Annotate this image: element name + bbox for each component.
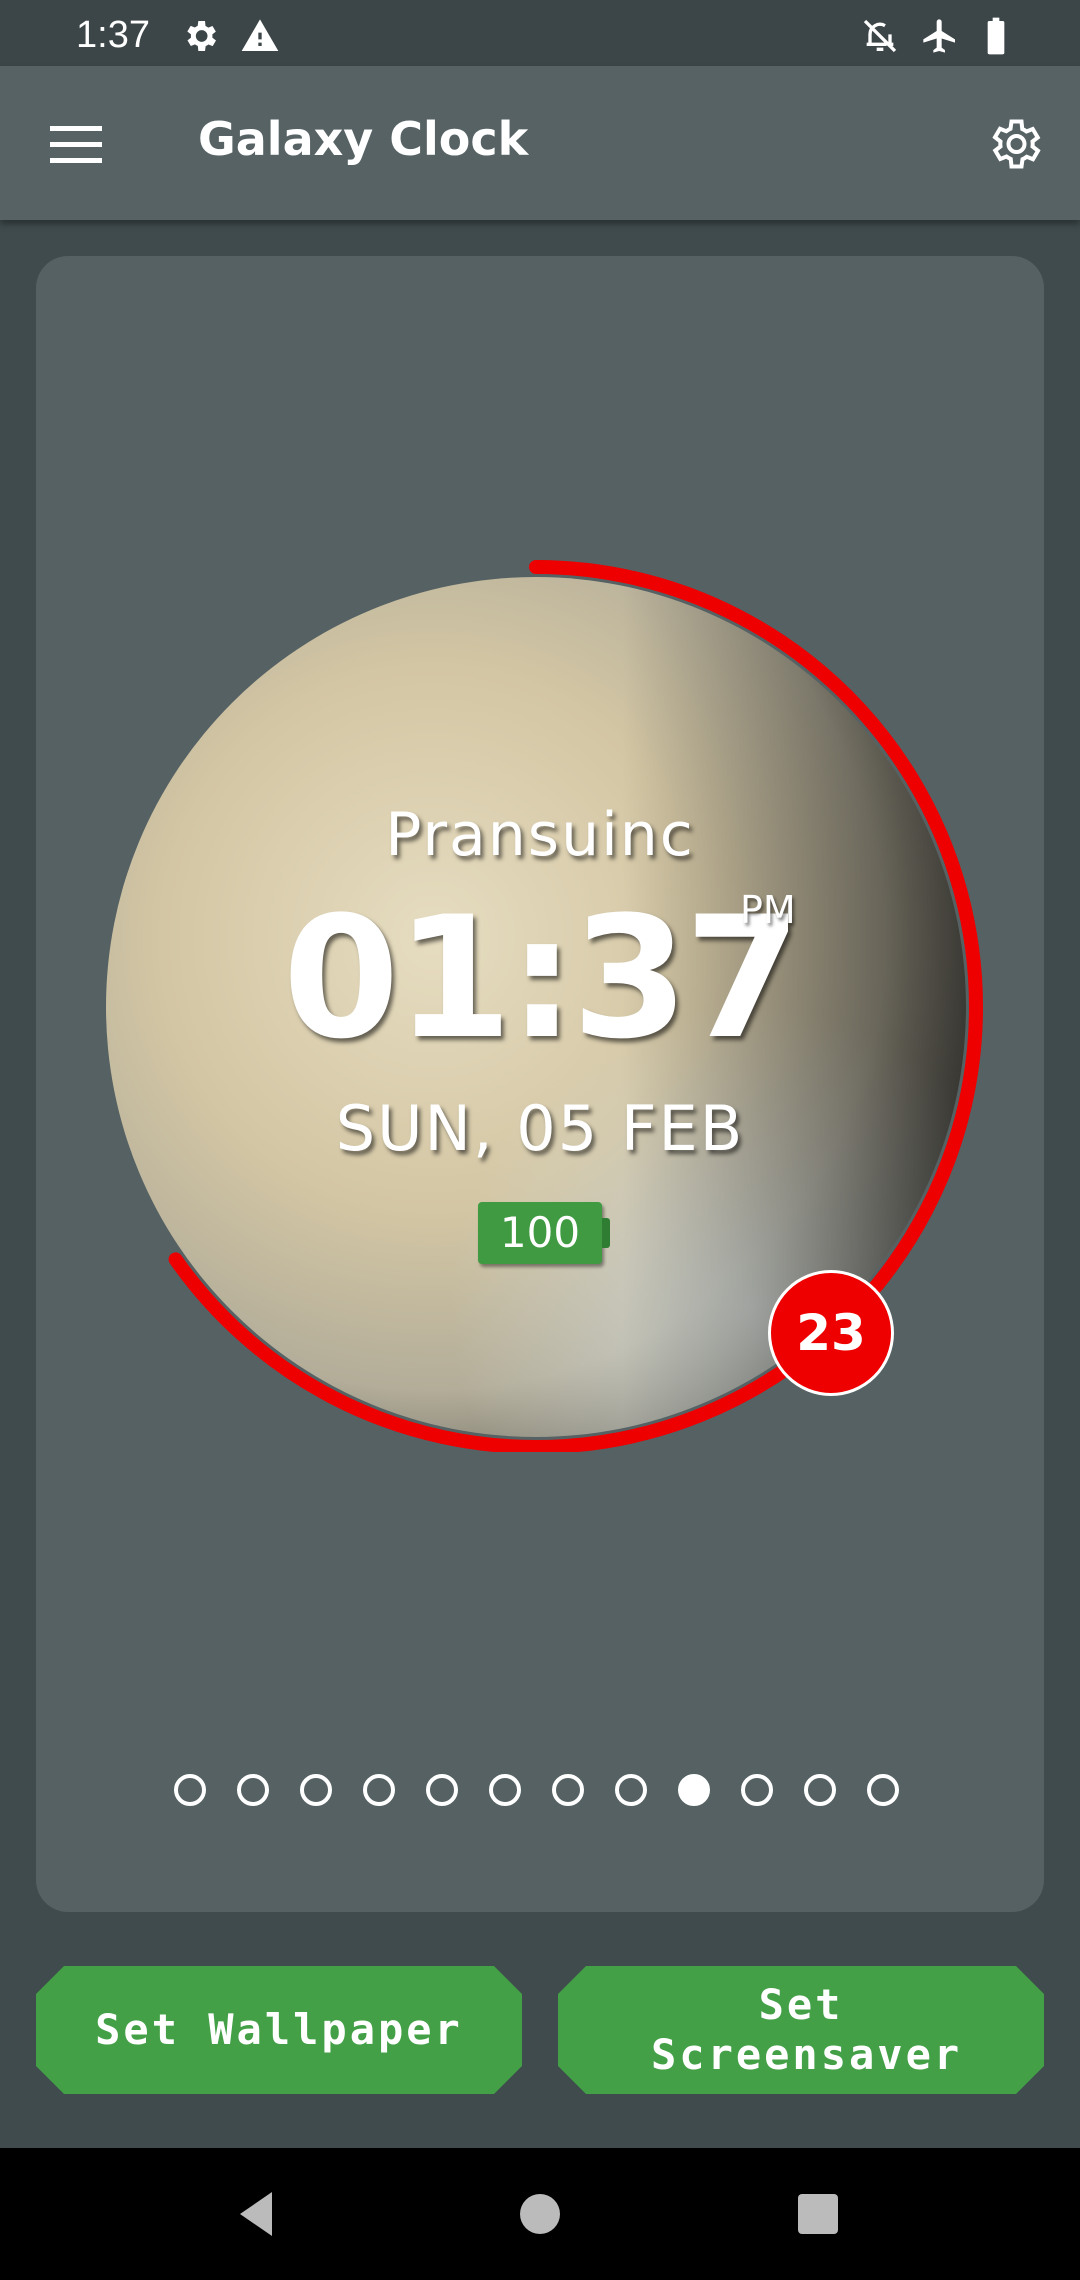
page-dot[interactable] (489, 1774, 521, 1806)
clock-time: 01:37 (282, 880, 802, 1076)
set-screensaver-button[interactable]: Set Screensaver (558, 1966, 1044, 2094)
page-dot[interactable] (300, 1774, 332, 1806)
home-icon[interactable] (510, 2184, 570, 2244)
navigation-bar (0, 2148, 1080, 2280)
page-dot[interactable] (804, 1774, 836, 1806)
ampm-label: PM (740, 888, 796, 932)
page-dot[interactable] (174, 1774, 206, 1806)
page-dot[interactable] (426, 1774, 458, 1806)
clock-date: SUN, 05 FEB (335, 1092, 745, 1165)
back-icon[interactable] (230, 2184, 290, 2244)
notifications-off-icon (863, 19, 897, 53)
app-bar: Galaxy Clock (0, 66, 1080, 220)
page-dot[interactable] (363, 1774, 395, 1806)
airplane-icon (923, 19, 955, 53)
set-wallpaper-button[interactable]: Set Wallpaper (36, 1966, 522, 2094)
page-dot[interactable] (867, 1774, 899, 1806)
set-screensaver-label: Set Screensaver (651, 1980, 963, 2079)
battery-tip (602, 1218, 610, 1248)
brand-label: Pransuinc (385, 800, 695, 870)
page-dot[interactable] (237, 1774, 269, 1806)
warning-icon (241, 19, 279, 51)
page-dot[interactable] (741, 1774, 773, 1806)
battery-icon (987, 17, 1005, 55)
settings-icon (187, 21, 216, 51)
page-title: Galaxy Clock (198, 112, 529, 166)
seconds-badge: 23 (768, 1270, 894, 1396)
status-bar: 1:37 (0, 0, 1080, 66)
page-dot[interactable] (615, 1774, 647, 1806)
battery-indicator: 100 (478, 1202, 602, 1264)
recents-icon[interactable] (788, 2184, 848, 2244)
status-time: 1:37 (76, 14, 150, 56)
page-dot[interactable] (678, 1774, 710, 1806)
page-dot[interactable] (552, 1774, 584, 1806)
gear-icon[interactable] (984, 114, 1044, 174)
menu-icon[interactable] (44, 116, 108, 172)
